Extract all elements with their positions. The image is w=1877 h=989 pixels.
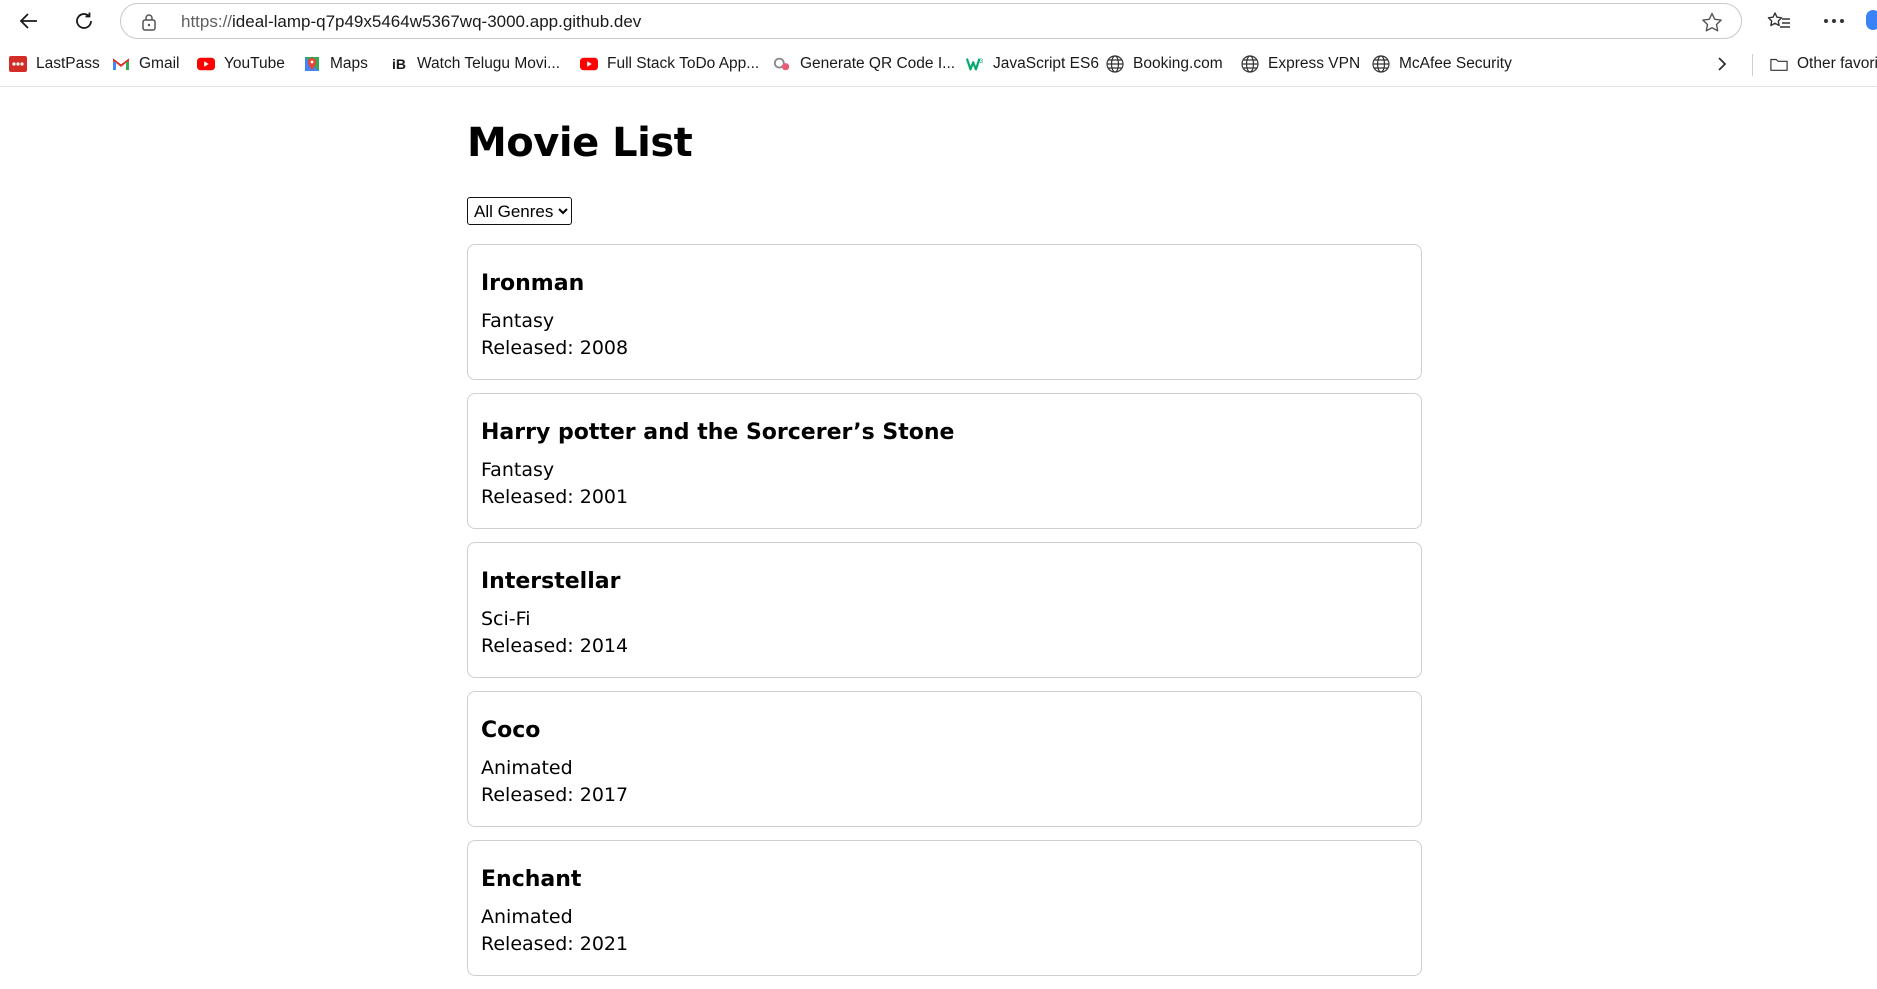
folder-icon [1770, 55, 1788, 73]
movie-release-year: Released: 2021 [481, 933, 629, 955]
address-bar[interactable]: https://ideal-lamp-q7p49x5464w5367wq-300… [120, 3, 1742, 39]
movie-title: Interstellar [481, 569, 621, 594]
movie-card: Interstellar Sci-Fi Released: 2014 [467, 542, 1422, 678]
globe-icon [1241, 55, 1259, 73]
lastpass-icon [9, 55, 27, 73]
youtube-icon [580, 55, 598, 73]
more-options-icon[interactable] [1817, 6, 1851, 36]
reload-icon[interactable] [68, 6, 100, 36]
movie-release-year: Released: 2008 [481, 337, 629, 359]
bookmark-label: Gmail [139, 55, 180, 72]
bookmark-label: Generate QR Code I... [800, 55, 956, 72]
w3-icon: 3 [966, 55, 984, 73]
movie-genre: Fantasy [481, 310, 555, 332]
bookmark-other-favorites[interactable]: Other favori [1770, 42, 1877, 86]
bookmark-lastpass[interactable]: LastPass [9, 42, 100, 86]
bookmark-express-vpn[interactable]: Express VPN [1241, 42, 1360, 86]
movie-title: Harry potter and the Sorcerer’s Stone [481, 420, 955, 445]
movie-card: Harry potter and the Sorcerer’s Stone Fa… [467, 393, 1422, 529]
favorite-star-icon[interactable] [1701, 12, 1723, 36]
bookmark-label: YouTube [224, 55, 285, 72]
bookmark-gmail[interactable]: Gmail [112, 42, 179, 86]
genre-filter-select[interactable]: All Genres [467, 197, 572, 225]
bookmark-label: Maps [330, 55, 368, 72]
movie-card: Ironman Fantasy Released: 2008 [467, 244, 1422, 380]
gmail-icon [112, 55, 130, 73]
back-arrow-icon[interactable] [13, 6, 45, 36]
svg-text:3: 3 [980, 58, 984, 65]
bookmark-mcafee[interactable]: McAfee Security [1372, 42, 1512, 86]
globe-icon [1106, 55, 1124, 73]
bookmark-youtube[interactable]: YouTube [197, 42, 285, 86]
bookmarks-divider [1752, 54, 1753, 76]
copilot-icon[interactable] [1866, 10, 1877, 30]
lock-icon[interactable] [141, 13, 157, 35]
movie-title: Coco [481, 718, 541, 743]
ib-icon: iB [392, 56, 406, 72]
bookmark-fullstack-todo[interactable]: Full Stack ToDo App... [580, 42, 759, 86]
maps-icon [303, 55, 321, 73]
bookmark-label: Other favori [1797, 55, 1877, 72]
chevron-right-icon[interactable] [1716, 42, 1728, 86]
bookmark-maps[interactable]: Maps [303, 42, 368, 86]
movie-title: Enchant [481, 867, 582, 892]
movie-genre: Animated [481, 757, 573, 779]
movie-release-year: Released: 2017 [481, 784, 629, 806]
youtube-icon [197, 55, 215, 73]
globe-icon [1372, 55, 1390, 73]
bookmark-label: Watch Telugu Movi... [417, 55, 561, 72]
qr-icon [773, 55, 791, 73]
bookmark-label: Booking.com [1133, 55, 1223, 72]
movie-genre: Animated [481, 906, 573, 928]
movie-genre: Sci-Fi [481, 608, 531, 630]
movie-list: Ironman Fantasy Released: 2008 Harry pot… [467, 244, 1422, 989]
browser-toolbar: https://ideal-lamp-q7p49x5464w5367wq-300… [0, 0, 1877, 42]
page-title: Movie List [467, 120, 693, 166]
bookmark-javascript-es6[interactable]: 3 JavaScript ES6 [966, 42, 1099, 86]
bookmark-label: Full Stack ToDo App... [607, 55, 760, 72]
bookmark-label: McAfee Security [1399, 55, 1512, 72]
bookmark-label: Express VPN [1268, 55, 1361, 72]
movie-genre: Fantasy [481, 459, 555, 481]
movie-title: Ironman [481, 271, 585, 296]
url-text[interactable]: https://ideal-lamp-q7p49x5464w5367wq-300… [181, 12, 641, 32]
movie-card: Coco Animated Released: 2017 [467, 691, 1422, 827]
bookmark-label: JavaScript ES6 [993, 55, 1099, 72]
movie-release-year: Released: 2001 [481, 486, 629, 508]
movie-card: Enchant Animated Released: 2021 [467, 840, 1422, 976]
bookmarks-bar: LastPass Gmail YouTube Maps iB Watch Tel… [0, 42, 1877, 87]
bookmark-watch-telugu[interactable]: iB Watch Telugu Movi... [390, 42, 560, 86]
bookmark-booking[interactable]: Booking.com [1106, 42, 1223, 86]
bookmark-label: LastPass [36, 55, 100, 72]
bookmark-generate-qr[interactable]: Generate QR Code I... [773, 42, 955, 86]
movie-release-year: Released: 2014 [481, 635, 629, 657]
favorites-list-icon[interactable] [1762, 6, 1796, 36]
